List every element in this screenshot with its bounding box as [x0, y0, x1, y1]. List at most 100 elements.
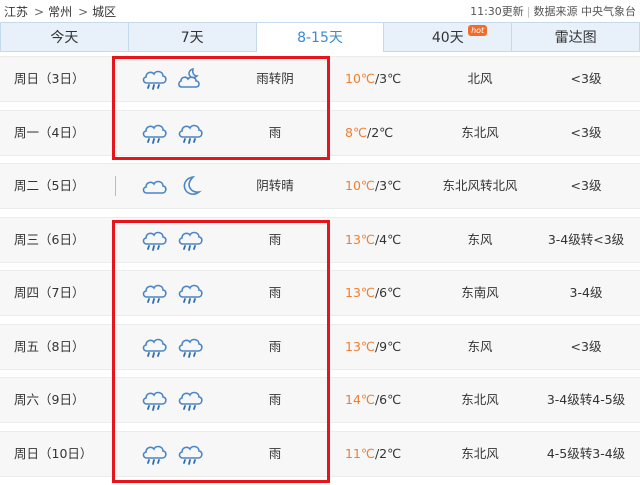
forecast-row: 周四（7日） 雨 13℃/6℃ 东南风 3-4级 — [0, 270, 640, 316]
date-label: 周日（10日） — [14, 445, 93, 461]
update-meta: 11:30更新 | 数据来源 中央气象台 — [470, 3, 636, 19]
tab-8-15-days[interactable]: 8-15天 — [255, 22, 384, 52]
forecast-row: 周日（10日） 雨 11℃/2℃ 东北风 4-5级转3-4级 — [0, 430, 640, 477]
forecast-list: 周日（3日） 雨转阴 10℃/3℃ 北风 <3级 周一（4日） 雨 8℃/2℃ … — [0, 56, 640, 484]
weather-icons — [140, 120, 204, 146]
tab-label: 40天 — [431, 30, 464, 46]
high-temp: 10℃ — [345, 71, 375, 86]
wind-direction: 东风 — [467, 231, 493, 247]
weather-desc: 雨 — [268, 231, 282, 247]
temperature: 13℃/4℃ — [345, 231, 402, 247]
temperature: 14℃/6℃ — [345, 392, 402, 407]
rain-cloud-icon — [176, 120, 204, 146]
weather-icons — [140, 173, 204, 199]
breadcrumb: 江苏 > 常州 > 城区 — [4, 3, 118, 20]
tab-radar[interactable]: 雷达图 — [511, 22, 640, 52]
rain-cloud-icon — [140, 280, 168, 306]
breadcrumb-city[interactable]: 常州 — [48, 5, 72, 19]
weather-desc: 雨 — [268, 285, 282, 300]
rain-cloud-icon — [140, 387, 168, 413]
tab-7-days[interactable]: 7天 — [127, 22, 256, 52]
low-temp: 6℃ — [379, 285, 402, 300]
temperature: 13℃/6℃ — [345, 285, 402, 300]
rain-cloud-icon — [176, 441, 204, 467]
temperature: 11℃/2℃ — [345, 445, 402, 461]
breadcrumb-province[interactable]: 江苏 — [4, 5, 28, 19]
wind-direction: 东北风 — [461, 124, 499, 140]
moon-icon — [176, 173, 204, 199]
date-label: 周六（9日） — [14, 392, 85, 407]
breadcrumb-separator: > — [34, 5, 45, 19]
forecast-row: 周日（3日） 雨转阴 10℃/3℃ 北风 <3级 — [0, 56, 640, 102]
low-temp: 9℃ — [379, 338, 402, 354]
tab-40-days[interactable]: 40天 hot — [383, 22, 512, 52]
low-temp: 3℃ — [379, 71, 402, 86]
rain-cloud-icon — [176, 227, 204, 253]
rain-cloud-icon — [140, 66, 168, 92]
tab-label: 今天 — [50, 30, 79, 46]
forecast-row: 周五（8日） 雨 13℃/9℃ 东风 <3级 — [0, 323, 640, 370]
top-bar: 江苏 > 常州 > 城区 11:30更新 | 数据来源 中央气象台 — [0, 0, 640, 22]
high-temp: 13℃ — [345, 231, 375, 247]
high-temp: 14℃ — [345, 392, 375, 407]
cloud-icon — [140, 173, 168, 199]
meta-divider: | — [526, 5, 531, 18]
wind-direction: 东北风 — [461, 392, 499, 407]
weather-icons — [140, 280, 204, 306]
high-temp: 13℃ — [345, 285, 375, 300]
temperature: 10℃/3℃ — [345, 71, 402, 86]
temperature: 13℃/9℃ — [345, 338, 402, 354]
low-temp: 2℃ — [379, 445, 402, 461]
rain-cloud-icon — [140, 120, 168, 146]
wind-level: 3-4级转4-5级 — [546, 392, 626, 407]
date-label: 周四（7日） — [14, 285, 85, 300]
wind-direction: 东北风转北风 — [442, 178, 518, 193]
low-temp: 3℃ — [379, 178, 402, 193]
wind-level: 3-4级转<3级 — [547, 231, 625, 247]
high-temp: 10℃ — [345, 178, 375, 193]
wind-level: <3级 — [570, 178, 602, 193]
forecast-tabs: 今天 7天 8-15天 40天 hot 雷达图 — [0, 22, 640, 52]
weather-icons — [140, 334, 204, 360]
wind-direction: 东南风 — [461, 285, 499, 300]
low-temp: 4℃ — [379, 231, 402, 247]
weather-icons — [140, 441, 204, 467]
rain-cloud-icon — [176, 387, 204, 413]
tab-label: 7天 — [180, 30, 204, 46]
tab-today[interactable]: 今天 — [0, 22, 128, 52]
forecast-row: 周三（6日） 雨 13℃/4℃ 东风 3-4级转<3级 — [0, 216, 640, 263]
partly-cloudy-night-icon — [176, 66, 204, 92]
update-time: 11:30更新 — [470, 5, 524, 18]
forecast-row: 周二（5日） 阴转晴 10℃/3℃ 东北风转北风 <3级 — [0, 163, 640, 209]
weather-desc: 雨转阴 — [256, 71, 294, 86]
date-label: 周三（6日） — [14, 231, 85, 247]
wind-level: <3级 — [570, 71, 602, 86]
tab-label: 8-15天 — [297, 30, 343, 46]
weather-desc: 雨 — [268, 392, 282, 407]
weather-icons — [140, 66, 204, 92]
rain-cloud-icon — [176, 334, 204, 360]
high-temp: 13℃ — [345, 338, 375, 354]
temperature: 8℃/2℃ — [345, 124, 394, 140]
high-temp: 11℃ — [345, 445, 375, 461]
rain-cloud-icon — [140, 227, 168, 253]
weather-desc: 雨 — [268, 124, 282, 140]
wind-level: 4-5级转3-4级 — [546, 445, 626, 461]
wind-direction: 东北风 — [461, 445, 499, 461]
tab-label: 雷达图 — [554, 30, 597, 46]
wind-level: <3级 — [570, 338, 602, 354]
weather-desc: 雨 — [268, 338, 282, 354]
data-source: 数据来源 中央气象台 — [533, 5, 637, 18]
wind-level: <3级 — [570, 124, 602, 140]
weather-icons — [140, 387, 204, 413]
weather-desc: 雨 — [268, 445, 282, 461]
weather-icons — [140, 227, 204, 253]
weather-desc: 阴转晴 — [256, 178, 294, 193]
low-temp: 6℃ — [379, 392, 402, 407]
date-label: 周一（4日） — [14, 124, 85, 140]
temperature: 10℃/3℃ — [345, 178, 402, 193]
forecast-row: 周一（4日） 雨 8℃/2℃ 东北风 <3级 — [0, 109, 640, 156]
date-label: 周五（8日） — [14, 338, 85, 354]
wind-direction: 北风 — [467, 71, 493, 86]
high-temp: 8℃ — [345, 124, 367, 140]
